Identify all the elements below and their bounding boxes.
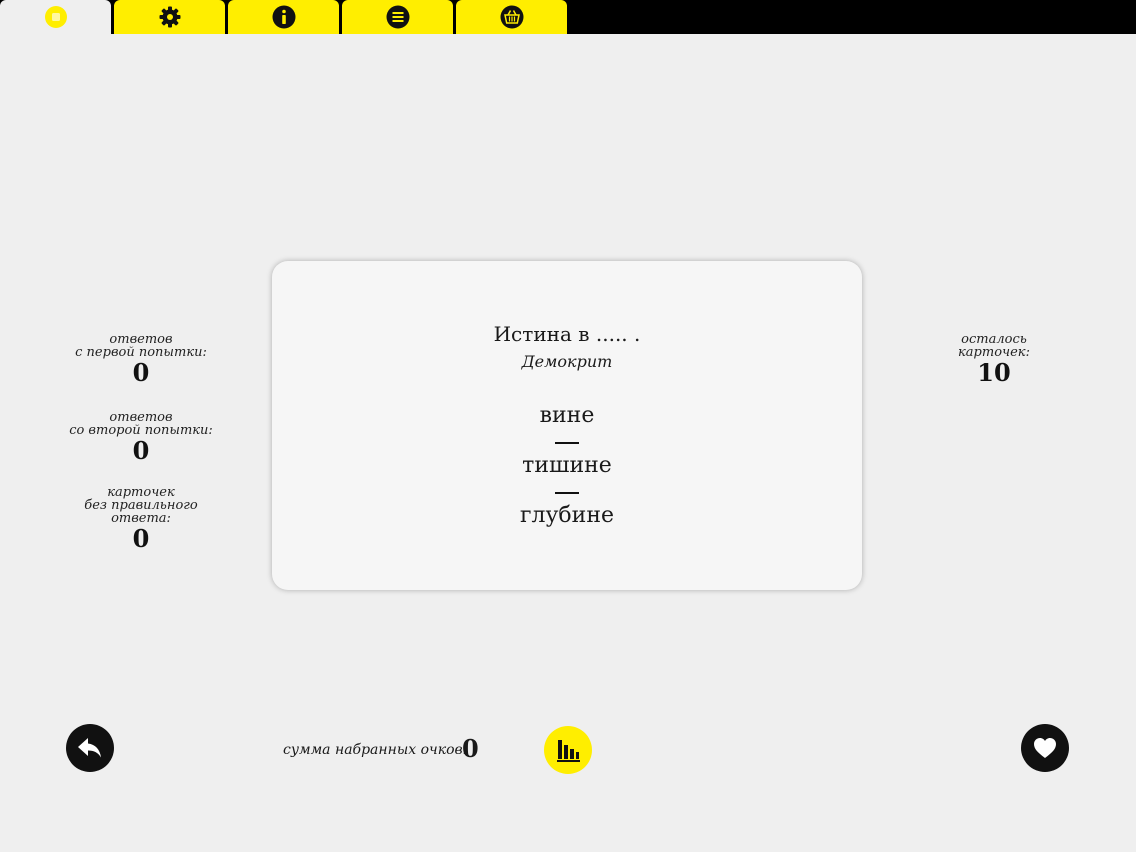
answer-option[interactable]: глубине	[472, 502, 662, 530]
answer-option[interactable]: тишине	[472, 452, 662, 480]
option-divider	[555, 442, 579, 444]
quiz-card: Истина в ..... . Демокрит вине тишине гл…	[272, 261, 862, 590]
score-value: 0	[462, 734, 479, 763]
tab-info[interactable]	[228, 0, 339, 34]
stat-value: 0	[132, 524, 150, 553]
stat-no-answer: карточек без правильного ответа: 0	[41, 486, 241, 553]
quote-text: Истина в ..... .	[493, 322, 641, 346]
back-button[interactable]	[66, 724, 114, 772]
tab-shop[interactable]	[456, 0, 567, 34]
stat-remaining: осталось карточек: 10	[894, 333, 1094, 387]
heart-icon	[1034, 738, 1056, 758]
stat-second-try: ответов со второй попытки: 0	[41, 411, 241, 465]
stat-value: 0	[132, 436, 150, 465]
card-icon	[44, 6, 67, 28]
statistics-button[interactable]	[544, 726, 592, 774]
bar-chart-icon	[557, 740, 580, 762]
stat-value: 0	[132, 358, 150, 387]
basket-icon	[500, 5, 523, 29]
list-icon	[386, 5, 409, 29]
tab-card[interactable]	[0, 0, 111, 34]
option-divider	[555, 492, 579, 494]
info-icon	[272, 5, 295, 29]
tab-settings[interactable]	[114, 0, 225, 34]
back-arrow-icon	[78, 738, 101, 758]
quote-author: Демокрит	[521, 352, 613, 371]
tab-list[interactable]	[342, 0, 453, 34]
gear-icon	[159, 6, 180, 28]
favorite-button[interactable]	[1021, 724, 1069, 772]
answer-option[interactable]: вине	[472, 402, 662, 430]
stat-first-try: ответов с первой попытки: 0	[41, 333, 241, 387]
score-label: сумма набранных очков:	[283, 742, 468, 758]
stat-value: 10	[977, 358, 1011, 387]
top-tab-bar	[0, 0, 1136, 34]
